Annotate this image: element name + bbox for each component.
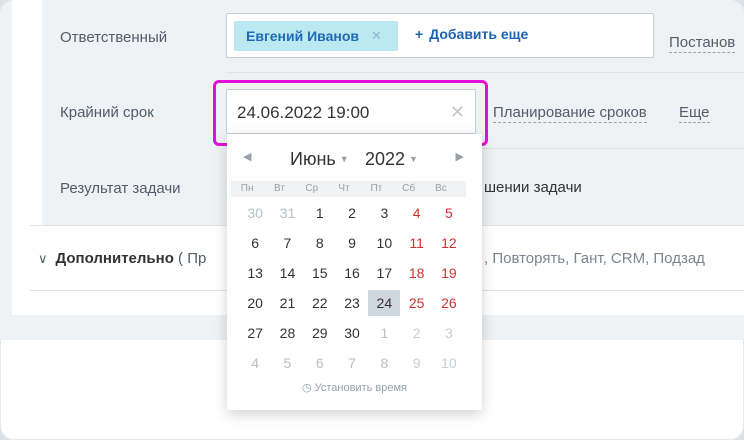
calendar-day[interactable]: 1 <box>304 200 336 226</box>
calendar-day[interactable]: 2 <box>400 320 432 346</box>
calendar-day[interactable]: 22 <box>304 290 336 316</box>
month-label: Июнь <box>290 149 336 169</box>
clock-icon: ◷ <box>302 382 312 394</box>
calendar-week-row: 20 21 22 23 24 25 26 <box>239 290 465 320</box>
year-label: 2022 <box>365 149 406 169</box>
calendar-week-row: 30 31 1 2 3 4 5 <box>239 200 465 230</box>
additional-label: Дополнительно <box>55 250 174 267</box>
calendar-day[interactable]: 6 <box>239 230 271 256</box>
calendar-day-selected[interactable]: 24 <box>368 290 401 316</box>
user-chip[interactable]: Евгений Иванов ✕ <box>234 21 398 51</box>
caret-down-icon: ▼ <box>339 154 349 164</box>
calendar-day[interactable]: 16 <box>336 260 368 286</box>
weekday-label: Чт <box>338 183 350 194</box>
prev-month-icon[interactable]: ◀ <box>243 150 251 163</box>
calendar-day[interactable]: 6 <box>304 350 336 376</box>
weekday-label: Сб <box>402 183 416 194</box>
calendar-header: ◀ Июнь ▼ 2022 ▼ ▶ <box>227 148 482 172</box>
weekday-label: Вс <box>435 183 447 194</box>
calendar-day[interactable]: 12 <box>433 230 465 256</box>
calendar-day[interactable]: 19 <box>433 260 465 286</box>
next-month-icon[interactable]: ▶ <box>456 150 464 163</box>
calendar-day[interactable]: 26 <box>433 290 465 316</box>
date-picker-popup: ◀ Июнь ▼ 2022 ▼ ▶ Пн Вт Ср Чт Пт Сб Вс 30 31 1 2 3 4 5… <box>227 134 482 410</box>
additional-toggle[interactable]: ∨ Дополнительно ( Пр <box>38 250 206 267</box>
calendar-day[interactable]: 15 <box>304 260 336 286</box>
weekday-label: Вт <box>273 183 285 194</box>
calendar-day[interactable]: 5 <box>433 200 465 226</box>
calendar-day[interactable]: 3 <box>433 320 465 346</box>
calendar-day[interactable]: 2 <box>336 200 368 226</box>
calendar-day[interactable]: 31 <box>271 200 303 226</box>
responsible-label: Ответственный <box>60 29 168 46</box>
additional-hint: ( Пр <box>178 250 207 267</box>
calendar-day[interactable]: 8 <box>368 350 400 376</box>
calendar-day[interactable]: 5 <box>271 350 303 376</box>
weekday-label: Ср <box>305 183 319 194</box>
set-time-label: Установить время <box>314 382 407 394</box>
calendar-day[interactable]: 4 <box>239 350 271 376</box>
calendar-week-row: 4 5 6 7 8 9 10 <box>239 350 465 380</box>
calendar-day[interactable]: 8 <box>304 230 336 256</box>
calendar-day[interactable]: 21 <box>271 290 303 316</box>
planning-link[interactable]: Планирование сроков <box>493 104 647 123</box>
calendar-day[interactable]: 17 <box>368 260 400 286</box>
add-more-label: Добавить еще <box>429 26 529 42</box>
calendar-day[interactable]: 3 <box>368 200 400 226</box>
calendar-day[interactable]: 1 <box>368 320 400 346</box>
calendar-day[interactable]: 18 <box>400 260 432 286</box>
calendar-day[interactable]: 9 <box>336 230 368 256</box>
caret-down-icon: ▼ <box>409 154 418 164</box>
calendar-day[interactable]: 20 <box>239 290 271 316</box>
close-icon[interactable]: ✕ <box>371 28 382 44</box>
calendar-day[interactable]: 30 <box>239 200 271 226</box>
window-frame: Ответственный Евгений Иванов ✕ + Добавить… <box>0 0 744 440</box>
weekday-label: Пн <box>240 183 254 194</box>
more-link[interactable]: Еще <box>679 104 710 123</box>
calendar-day[interactable]: 25 <box>400 290 432 316</box>
month-select[interactable]: Июнь ▼ <box>290 149 349 170</box>
calendar-day[interactable]: 30 <box>336 320 368 346</box>
chevron-down-icon: ∨ <box>38 251 48 266</box>
calendar-day[interactable]: 14 <box>271 260 303 286</box>
result-option-text[interactable]: шении задачи <box>484 179 582 196</box>
calendar-week-row: 6 7 8 9 10 11 12 <box>239 230 465 260</box>
deadline-value: 24.06.2022 19:00 <box>237 103 370 122</box>
calendar-day[interactable]: 13 <box>239 260 271 286</box>
calendar-day[interactable]: 4 <box>400 200 432 226</box>
additional-links[interactable]: , Повторять, Гант, CRM, Подзад <box>484 250 705 267</box>
calendar-day[interactable]: 10 <box>433 350 465 376</box>
user-chip-name: Евгений Иванов <box>246 28 360 44</box>
calendar-day[interactable]: 10 <box>368 230 400 256</box>
calendar-day[interactable]: 28 <box>271 320 303 346</box>
calendar-day[interactable]: 23 <box>336 290 368 316</box>
deadline-label: Крайний срок <box>60 104 154 121</box>
clear-icon[interactable]: ✕ <box>450 90 465 135</box>
row-divider <box>226 72 744 73</box>
calendar-day[interactable]: 29 <box>304 320 336 346</box>
calendar-day[interactable]: 7 <box>336 350 368 376</box>
deadline-input[interactable]: 24.06.2022 19:00 ✕ <box>226 89 476 134</box>
plus-icon: + <box>415 26 424 42</box>
calendar-day[interactable]: 11 <box>400 230 432 256</box>
calendar-day[interactable]: 27 <box>239 320 271 346</box>
weekday-label: Пт <box>370 183 383 194</box>
year-select[interactable]: 2022 ▼ <box>365 149 418 170</box>
calendar-week-row: 27 28 29 30 1 2 3 <box>239 320 465 350</box>
calendar-day[interactable]: 9 <box>400 350 432 376</box>
weekday-header: Пн Вт Ср Чт Пт Сб Вс <box>231 181 466 197</box>
responsible-field[interactable]: Евгений Иванов ✕ + Добавить еще <box>226 13 654 58</box>
calendar-week-row: 13 14 15 16 17 18 19 <box>239 260 465 290</box>
calendar-grid: 30 31 1 2 3 4 5 6 7 8 9 10 11 12 13 14 15 16 17 18 19 20 21 22 2… <box>239 200 465 380</box>
set-time-button[interactable]: ◷ Установить время <box>227 381 482 394</box>
calendar-day[interactable]: 7 <box>271 230 303 256</box>
add-more-button[interactable]: + Добавить еще <box>415 26 528 42</box>
director-link[interactable]: Постанов <box>669 34 736 53</box>
result-label: Результат задачи <box>60 180 181 197</box>
